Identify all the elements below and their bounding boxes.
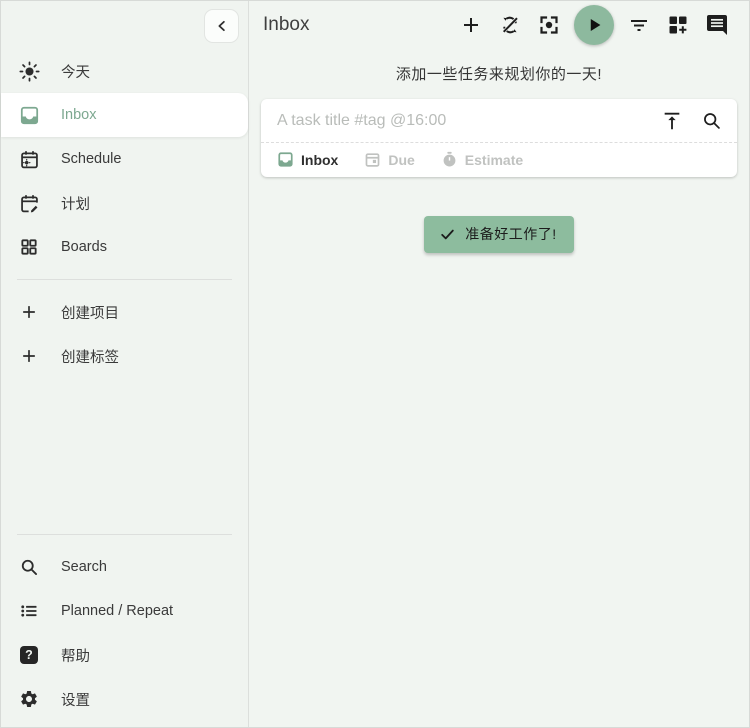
search-icon <box>18 556 40 578</box>
page-title: Inbox <box>263 14 310 35</box>
sidebar-item-today[interactable]: 今天 <box>1 49 248 93</box>
sidebar-item-plan[interactable]: 计划 <box>1 181 248 225</box>
add-task-button[interactable] <box>455 9 487 41</box>
focus-mode-icon <box>537 13 561 37</box>
add-task-icons <box>660 109 723 133</box>
add-icon <box>459 13 483 37</box>
sidebar-item-schedule[interactable]: Schedule <box>1 137 248 181</box>
sidebar-item-label: 今天 <box>61 64 90 81</box>
timer-icon <box>441 151 458 168</box>
add-board-button[interactable] <box>662 9 694 41</box>
vertical-align-top-icon[interactable] <box>660 109 684 133</box>
add-task-chips-row: Inbox Due Estimate <box>261 142 737 177</box>
help-icon: ? <box>18 644 40 666</box>
feedback-icon <box>705 13 729 37</box>
chip-label: Due <box>388 151 415 168</box>
sidebar: 今天 Inbox Schedule 计划 Boards 创建项目 创建标签 Se… <box>1 1 249 727</box>
play-button[interactable] <box>574 5 614 45</box>
calendar-icon <box>364 151 381 168</box>
chip-label: Estimate <box>464 151 524 168</box>
feedback-button[interactable] <box>701 9 733 41</box>
collapse-sidebar-button[interactable] <box>204 9 239 43</box>
plus-icon <box>18 345 40 367</box>
gear-icon <box>18 688 40 710</box>
sidebar-item-boards[interactable]: Boards <box>1 225 248 269</box>
play-icon <box>583 14 605 36</box>
filter-button[interactable] <box>623 9 655 41</box>
sun-icon <box>18 60 40 82</box>
sidebar-item-label: Inbox <box>61 107 97 123</box>
check-icon <box>439 226 456 243</box>
main-area: Inbox 添加一些任务来规划你的一天! A task title #tag @… <box>249 1 749 727</box>
add-task-bar: Inbox Due Estimate <box>261 99 737 177</box>
sidebar-divider <box>17 534 232 535</box>
sidebar-item-create-tag[interactable]: 创建标签 <box>1 334 248 378</box>
sidebar-item-label: Boards <box>61 239 107 255</box>
sidebar-collapse-row <box>1 1 248 49</box>
task-title-input[interactable] <box>277 111 660 130</box>
ready-to-work-button[interactable]: 准备好工作了! <box>424 216 574 253</box>
sidebar-item-search[interactable]: Search <box>1 545 248 589</box>
grid-icon <box>18 236 40 258</box>
plus-icon <box>18 301 40 323</box>
calendar-edit-icon <box>18 192 40 214</box>
sidebar-item-create-project[interactable]: 创建项目 <box>1 290 248 334</box>
sidebar-item-label: 创建项目 <box>61 305 119 322</box>
sync-status-button[interactable] <box>494 9 526 41</box>
sidebar-item-label: 创建标签 <box>61 349 119 366</box>
sidebar-item-label: 帮助 <box>61 648 90 665</box>
sidebar-item-label: Search <box>61 559 107 575</box>
dashboard-add-icon <box>666 13 690 37</box>
sidebar-item-label: Schedule <box>61 151 122 167</box>
inbox-icon <box>277 151 294 168</box>
inbox-icon <box>18 104 40 126</box>
sidebar-item-label: Planned / Repeat <box>61 603 174 619</box>
sync-disabled-icon <box>498 13 522 37</box>
main-toolbar <box>455 5 733 45</box>
filter-icon <box>627 13 651 37</box>
main-content: 添加一些任务来规划你的一天! Inbox <box>249 47 749 727</box>
sidebar-item-inbox[interactable]: Inbox <box>1 93 248 137</box>
focus-mode-button[interactable] <box>533 9 565 41</box>
sidebar-item-label: 设置 <box>61 692 90 709</box>
ready-button-label: 准备好工作了! <box>465 226 557 242</box>
chip-estimate[interactable]: Estimate <box>441 151 523 168</box>
chevron-left-icon <box>213 17 231 35</box>
list-icon <box>18 600 40 622</box>
main-header: Inbox <box>249 1 749 47</box>
sidebar-item-planned-repeat[interactable]: Planned / Repeat <box>1 589 248 633</box>
sidebar-item-label: 计划 <box>61 196 90 213</box>
chip-label: Inbox <box>301 151 339 168</box>
sidebar-item-help[interactable]: ? 帮助 <box>1 633 248 677</box>
welcome-heading: 添加一些任务来规划你的一天! <box>395 66 603 83</box>
sidebar-divider <box>17 279 232 280</box>
sidebar-item-settings[interactable]: 设置 <box>1 677 248 721</box>
search-icon[interactable] <box>699 109 723 133</box>
calendar-sun-icon <box>18 148 40 170</box>
chip-due[interactable]: Due <box>364 151 415 168</box>
add-task-input-row <box>261 99 737 142</box>
chip-inbox[interactable]: Inbox <box>277 151 338 168</box>
